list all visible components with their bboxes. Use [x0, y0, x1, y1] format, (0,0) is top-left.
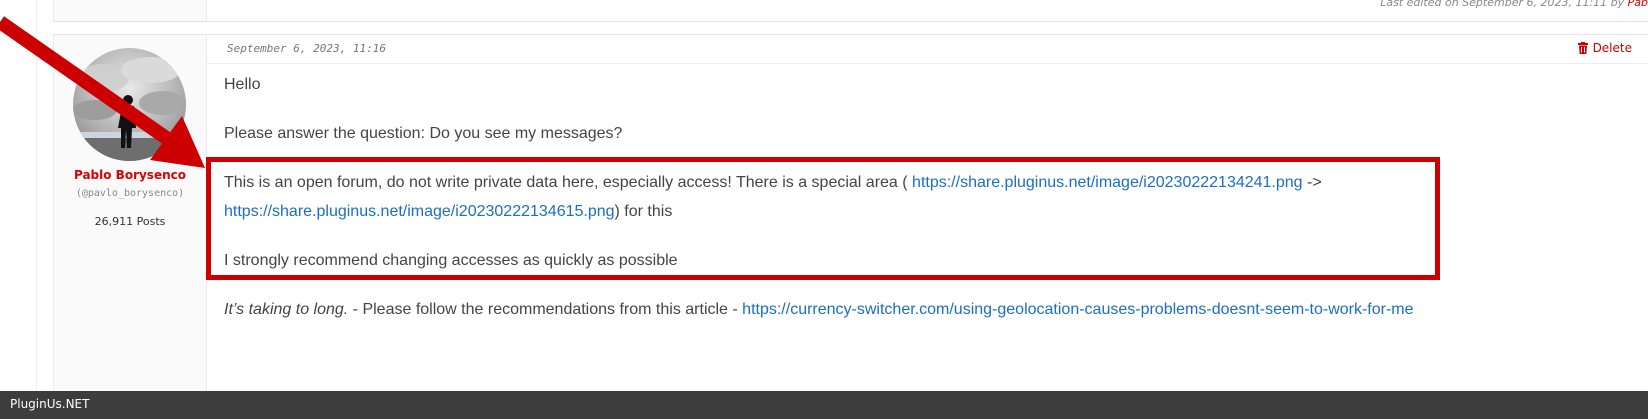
delete-button[interactable]: Delete [1577, 41, 1632, 55]
private-data-text: This is an open forum, do not write priv… [224, 174, 913, 191]
trash-icon [1577, 42, 1588, 54]
previous-post-author-column [54, 0, 207, 21]
post-header: September 6, 2023, 11:16 Delete [207, 35, 1648, 64]
avatar-image [73, 48, 186, 161]
forum-page: Last edited on September 6, 2023, 11:11 … [0, 0, 1648, 419]
previous-post: Last edited on September 6, 2023, 11:11 … [53, 0, 1648, 22]
quote-text: It’s taking to long. [224, 301, 349, 318]
article-link[interactable]: https://currency-switcher.com/using-geol… [742, 301, 1413, 318]
footer-brand[interactable]: PluginUs.NET [10, 397, 89, 411]
private-data-paragraph: This is an open forum, do not write priv… [224, 174, 1322, 192]
footer-bar: PluginUs.NET [0, 391, 1648, 419]
post-date: September 6, 2023, 11:16 [227, 42, 386, 55]
recommend-text: I strongly recommend changing accesses a… [224, 252, 678, 269]
delete-label: Delete [1592, 41, 1632, 55]
last-edited-note: Last edited on September 6, 2023, 11:11 … [1380, 0, 1648, 9]
share-image-link-2[interactable]: https://share.pluginus.net/image/i202302… [224, 203, 615, 220]
for-this-text: ) for this [614, 203, 673, 220]
question-text: Please answer the question: Do you see m… [224, 125, 623, 142]
author-handle: (@pavlo_borysenco) [75, 188, 185, 199]
follow-text: - Please follow the recommendations from… [348, 301, 743, 318]
private-data-paragraph-cont: https://share.pluginus.net/image/i202302… [224, 203, 672, 221]
last-edited-text: Last edited on September 6, 2023, 11:11 … [1380, 0, 1628, 9]
article-paragraph: It’s taking to long. - Please follow the… [224, 301, 1414, 319]
author-post-count: 26,911 Posts [94, 215, 166, 228]
left-divider [36, 0, 37, 391]
author-column: Pablo Borysenco (@pavlo_borysenco) 26,91… [54, 35, 207, 392]
greeting-text: Hello [224, 76, 261, 93]
author-name[interactable]: Pablo Borysenco [54, 168, 206, 182]
avatar[interactable] [73, 48, 186, 161]
last-edited-by-link[interactable]: Pab [1628, 0, 1648, 9]
arrow-text: -> [1302, 174, 1322, 191]
share-image-link-1[interactable]: https://share.pluginus.net/image/i202302… [912, 174, 1303, 191]
forum-post: Pablo Borysenco (@pavlo_borysenco) 26,91… [53, 34, 1648, 392]
